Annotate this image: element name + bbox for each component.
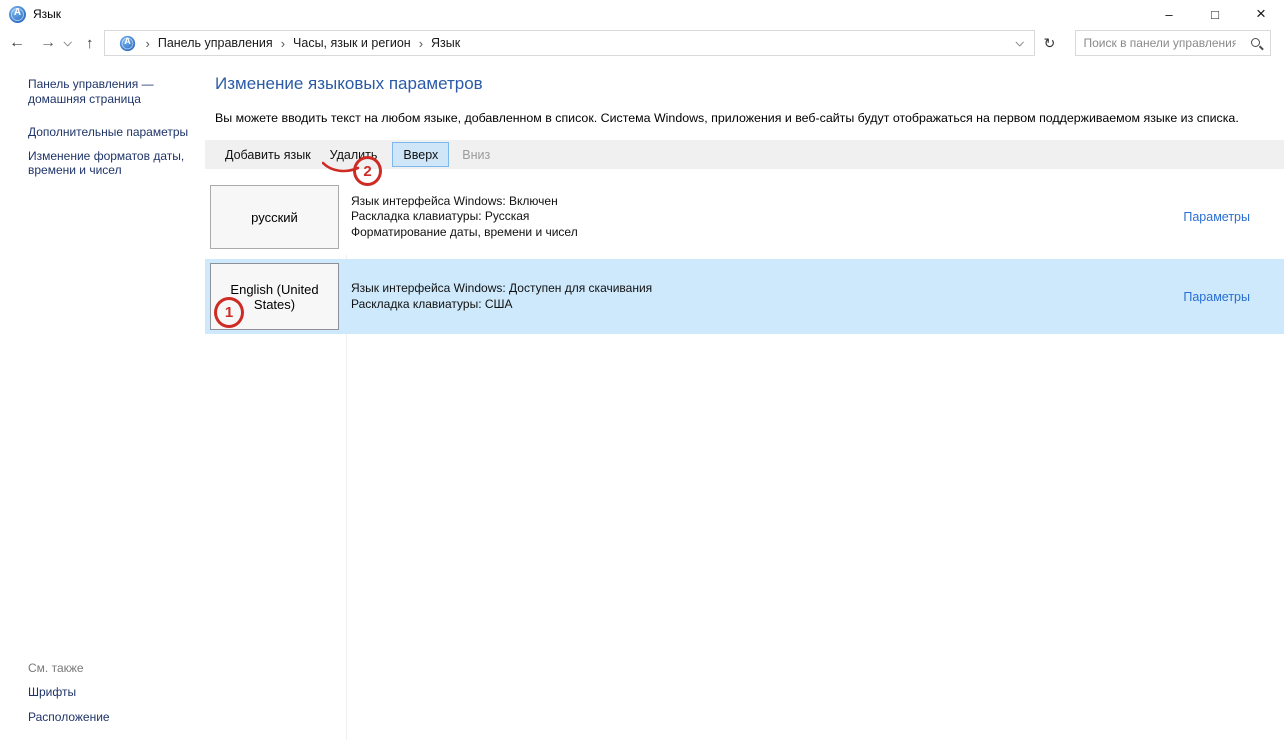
- title-bar: Язык – □ ×: [0, 0, 1284, 28]
- up-icon[interactable]: ↑: [78, 35, 102, 52]
- see-also-section: См. также Шрифты Расположение: [28, 661, 193, 734]
- detail-line: Язык интерфейса Windows: Включен: [351, 193, 558, 208]
- detail-line: Форматирование даты, времени и чисел: [351, 224, 578, 239]
- language-details: Язык интерфейса Windows: Включен Расклад…: [351, 194, 578, 241]
- annotation-circle-1: 1: [214, 297, 244, 328]
- language-row-russian[interactable]: русский Язык интерфейса Windows: Включен…: [205, 179, 1284, 255]
- language-app-icon: [9, 5, 26, 23]
- address-bar[interactable]: › Панель управления › Часы, язык и регио…: [103, 30, 1035, 56]
- sidebar-item-fonts[interactable]: Шрифты: [28, 685, 193, 700]
- move-up-button[interactable]: Вверх: [392, 142, 450, 167]
- language-name-box[interactable]: русский: [210, 185, 339, 249]
- sidebar: Панель управления — домашняя страница До…: [0, 58, 205, 740]
- language-row-english[interactable]: English (United States) Язык интерфейса …: [205, 259, 1284, 334]
- breadcrumb-separator-icon: ›: [145, 35, 150, 51]
- address-language-icon: [119, 35, 135, 51]
- breadcrumb-separator-icon: ›: [418, 35, 424, 51]
- minimize-button[interactable]: –: [1146, 0, 1192, 28]
- history-chevron-down-icon[interactable]: [63, 38, 72, 47]
- sidebar-item-location[interactable]: Расположение: [28, 710, 193, 725]
- refresh-icon[interactable]: ↻: [1037, 30, 1063, 56]
- options-link-russian[interactable]: Параметры: [1183, 210, 1250, 224]
- see-also-header: См. также: [28, 661, 84, 675]
- language-details: Язык интерфейса Windows: Доступен для ск…: [351, 281, 652, 312]
- content-area: Панель управления — домашняя страница До…: [0, 58, 1284, 740]
- search-box: [1074, 30, 1271, 56]
- move-down-button[interactable]: Вниз: [462, 148, 490, 162]
- breadcrumb-clock-language-region[interactable]: Часы, язык и регион: [293, 36, 411, 50]
- navigation-bar: ← → ↑ › Панель управления › Часы, язык и…: [0, 28, 1284, 58]
- sidebar-item-change-date-formats[interactable]: Изменение форматов даты, времени и чисел: [28, 149, 193, 178]
- search-input[interactable]: [1075, 32, 1236, 54]
- forward-icon[interactable]: →: [34, 35, 62, 51]
- window-controls: – □ ×: [1146, 0, 1284, 28]
- maximize-button[interactable]: □: [1192, 0, 1238, 28]
- sidebar-item-advanced-settings[interactable]: Дополнительные параметры: [28, 125, 193, 140]
- back-icon[interactable]: ←: [0, 35, 34, 51]
- detail-line: Язык интерфейса Windows: Доступен для ск…: [351, 281, 653, 295]
- window-title: Язык: [33, 7, 62, 21]
- options-link-english[interactable]: Параметры: [1183, 290, 1250, 304]
- breadcrumb-language[interactable]: Язык: [431, 36, 460, 50]
- language-list: русский Язык интерфейса Windows: Включен…: [205, 179, 1284, 334]
- detail-line: Раскладка клавиатуры: США: [351, 296, 513, 311]
- address-chevron-down-icon[interactable]: [1014, 38, 1024, 47]
- sidebar-item-control-panel-home[interactable]: Панель управления — домашняя страница: [28, 77, 193, 106]
- breadcrumb-separator-icon: ›: [280, 35, 286, 51]
- annotation-tail-stroke: [322, 161, 360, 173]
- detail-line: Раскладка клавиатуры: Русская: [351, 209, 530, 224]
- breadcrumb-control-panel[interactable]: Панель управления: [158, 36, 273, 50]
- search-icon[interactable]: [1250, 38, 1260, 47]
- page-title: Изменение языковых параметров: [215, 74, 483, 93]
- add-language-button[interactable]: Добавить язык: [225, 148, 311, 162]
- close-button[interactable]: ×: [1238, 0, 1284, 28]
- page-description: Вы можете вводить текст на любом языке, …: [215, 111, 1239, 125]
